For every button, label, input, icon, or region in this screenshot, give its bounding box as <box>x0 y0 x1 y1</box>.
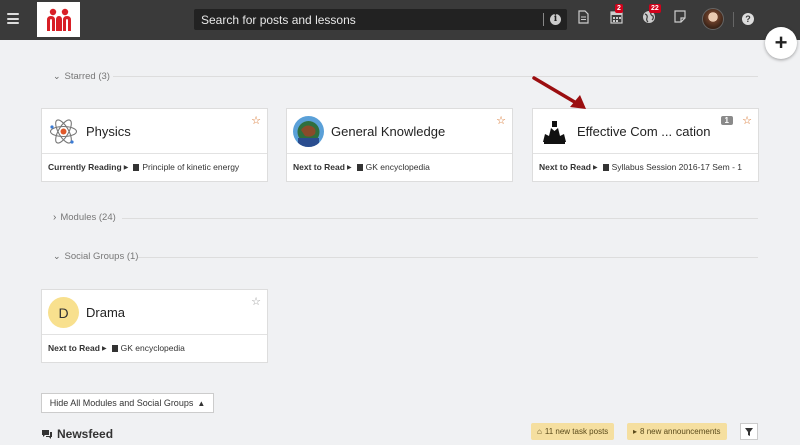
social-groups-divider <box>138 257 758 258</box>
help-icon[interactable]: ? <box>742 13 754 25</box>
add-button[interactable]: + <box>765 27 797 59</box>
lesson-link[interactable]: Syllabus Session 2016-17 Sem - 1 <box>612 162 742 172</box>
modules-section-label: Modules (24) <box>60 212 116 223</box>
social-groups-section-toggle[interactable]: ⌄ Social Groups (1) <box>53 251 138 262</box>
reading-status-label: Next to Read <box>539 162 591 172</box>
card-footer[interactable]: Next to Read ▶ GK encyclopedia <box>48 343 185 353</box>
social-groups-section-label: Social Groups (1) <box>64 251 139 262</box>
book-icon <box>133 163 140 171</box>
card-header: Physics ☆ <box>42 109 267 154</box>
starred-divider <box>113 76 758 77</box>
notification-count-badge: 1 <box>720 116 733 125</box>
card-footer[interactable]: Next to Read ▶ GK encyclopedia <box>293 162 430 172</box>
book-icon <box>602 163 609 171</box>
annotation-arrow <box>532 76 586 109</box>
reading-status-label: Currently Reading <box>48 162 122 172</box>
modules-section-toggle[interactable]: › Modules (24) <box>53 212 116 223</box>
chevron-down-icon: ⌄ <box>53 251 61 261</box>
topbar-divider <box>733 12 734 27</box>
caret-right-icon: ▶ <box>123 164 129 171</box>
comments-icon <box>42 430 52 439</box>
starred-card-physics[interactable]: Physics ☆ Currently Reading ▶ Principle … <box>41 108 268 182</box>
announcements-pill[interactable]: ▸ 8 new announcements <box>627 423 727 440</box>
newsfeed-title: Newsfeed <box>57 427 114 441</box>
newsfeed-heading: Newsfeed <box>41 427 113 441</box>
caret-right-icon: ▶ <box>346 164 352 171</box>
filter-button[interactable] <box>740 423 758 440</box>
lesson-link[interactable]: Principle of kinetic energy <box>142 162 239 172</box>
note-icon[interactable] <box>674 10 686 26</box>
star-icon[interactable]: ☆ <box>251 114 261 127</box>
starred-card-general-knowledge[interactable]: General Knowledge ☆ Next to Read ▶ GK en… <box>286 108 513 182</box>
chevron-right-icon: › <box>53 212 57 223</box>
search-input[interactable] <box>194 9 543 30</box>
top-bar: i 2 22 ? <box>0 0 800 40</box>
reading-status-label: Next to Read <box>48 343 100 353</box>
calendar-icon[interactable]: 2 <box>610 4 623 27</box>
info-icon[interactable]: i <box>550 14 561 25</box>
social-card-drama[interactable]: D Drama ☆ Next to Read ▶ GK encyclopedia <box>41 289 268 363</box>
card-footer[interactable]: Currently Reading ▶ Principle of kinetic… <box>48 162 239 172</box>
logo-icon <box>46 8 71 31</box>
caret-right-icon: ▶ <box>101 345 107 352</box>
announcements-label: 8 new announcements <box>640 427 721 436</box>
star-outline-icon[interactable]: ☆ <box>251 295 261 308</box>
modules-divider <box>122 218 758 219</box>
group-initial-avatar: D <box>48 297 79 328</box>
hide-modules-button[interactable]: Hide All Modules and Social Groups ▲ <box>41 393 214 413</box>
card-footer[interactable]: Next to Read ▶ Syllabus Session 2016-17 … <box>539 162 742 172</box>
star-icon[interactable]: ☆ <box>742 114 752 127</box>
app-logo[interactable] <box>37 2 80 37</box>
gk-thumbnail <box>293 116 324 147</box>
hide-modules-label: Hide All Modules and Social Groups <box>49 398 194 408</box>
caret-right-icon: ▶ <box>592 164 598 171</box>
card-title: General Knowledge <box>331 124 446 139</box>
institution-emblem <box>539 116 570 147</box>
search-bar: i <box>194 9 567 30</box>
card-title: Drama <box>86 305 126 320</box>
filter-icon <box>745 427 753 436</box>
chevron-up-icon: ▲ <box>197 398 206 408</box>
globe-badge: 22 <box>649 4 661 13</box>
lesson-link[interactable]: GK encyclopedia <box>366 162 430 172</box>
book-icon <box>356 163 363 171</box>
reading-status-label: Next to Read <box>293 162 345 172</box>
starred-section-label: Starred (3) <box>64 71 110 82</box>
card-header: D Drama ☆ <box>42 290 267 335</box>
card-header: General Knowledge ☆ <box>287 109 512 154</box>
document-icon[interactable] <box>578 10 589 27</box>
task-posts-pill[interactable]: ⌂ 11 new task posts <box>531 423 615 440</box>
starred-card-effective-communication[interactable]: Effective Com ... cation 1 ☆ Next to Rea… <box>532 108 759 182</box>
chevron-down-icon: ⌄ <box>53 71 61 81</box>
calendar-badge: 2 <box>615 4 623 13</box>
card-header: Effective Com ... cation 1 ☆ <box>533 109 758 154</box>
task-posts-label: 11 new task posts <box>544 427 609 436</box>
physics-atom-icon <box>48 116 79 147</box>
globe-icon[interactable]: 22 <box>642 4 661 27</box>
card-title: Physics <box>86 124 131 139</box>
star-icon[interactable]: ☆ <box>496 114 506 127</box>
search-divider <box>543 13 544 26</box>
lesson-link[interactable]: GK encyclopedia <box>121 343 185 353</box>
user-avatar[interactable] <box>702 8 724 30</box>
home-icon: ⌂ <box>537 427 542 436</box>
starred-section-toggle[interactable]: ⌄ Starred (3) <box>53 71 110 82</box>
megaphone-icon: ▸ <box>633 427 638 436</box>
book-icon <box>111 344 118 352</box>
menu-icon[interactable] <box>7 13 19 24</box>
card-title: Effective Com ... cation <box>577 124 711 139</box>
